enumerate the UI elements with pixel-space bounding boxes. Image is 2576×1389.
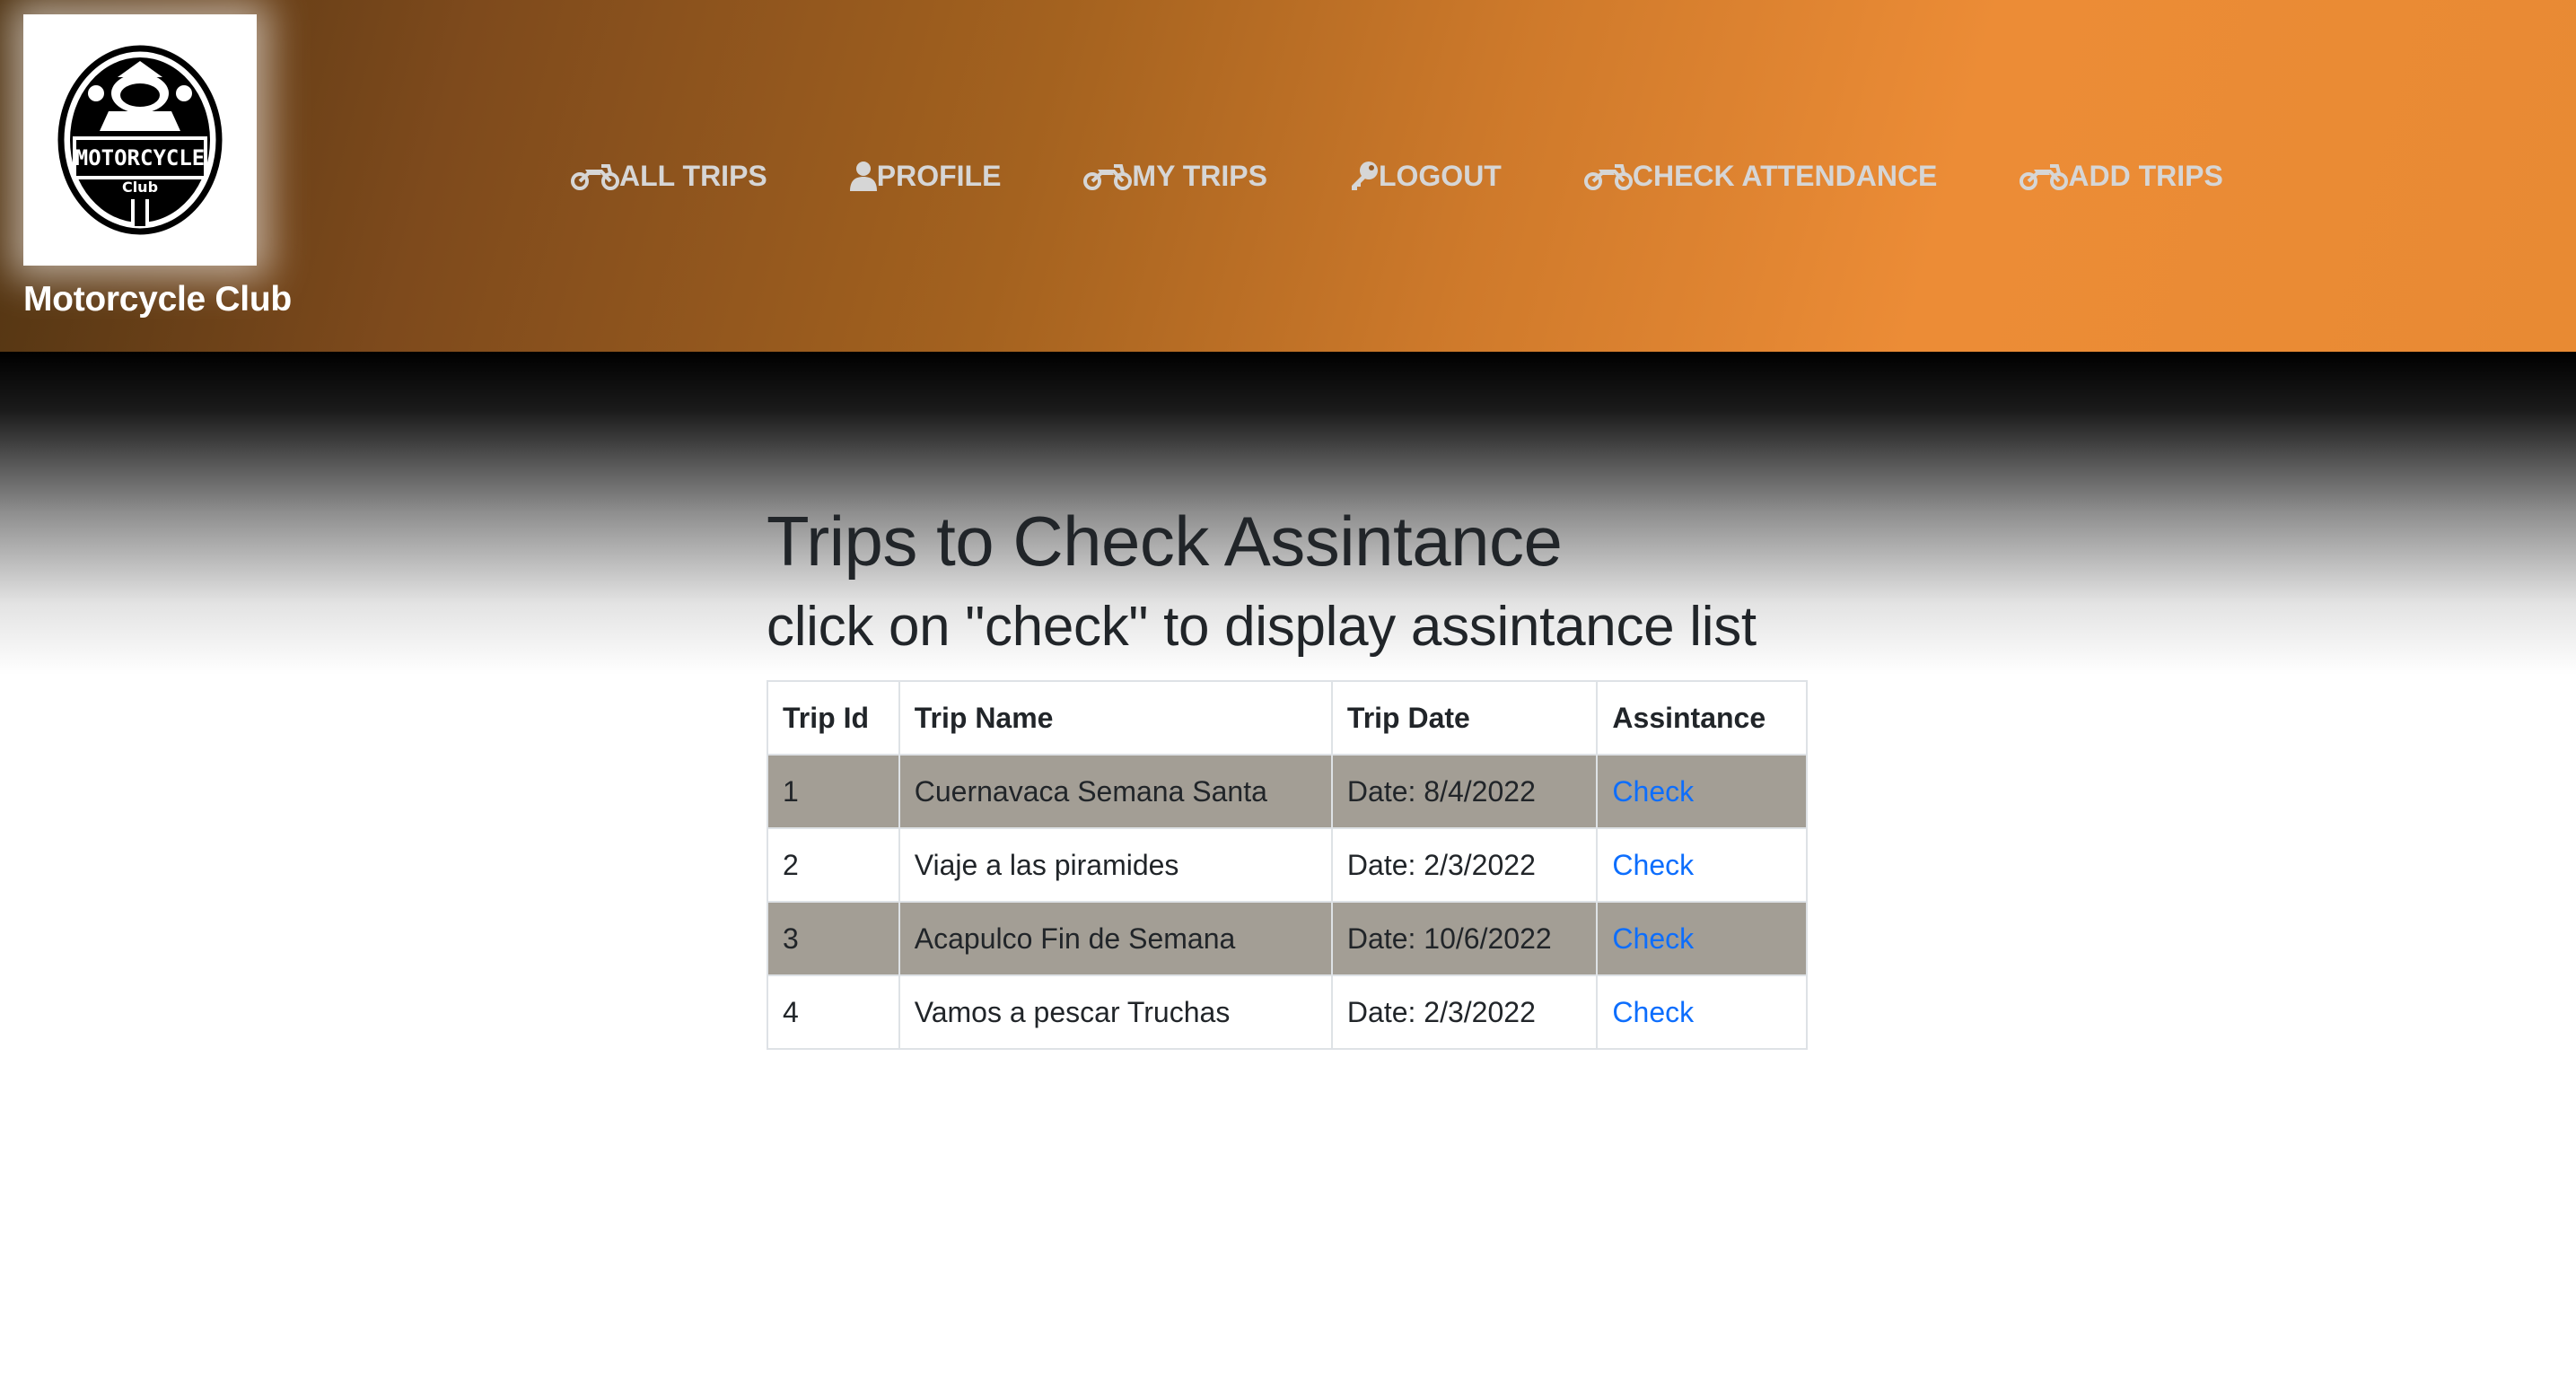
main-nav: ALL TRIPS PROFILE MY TRIPS LOGOUT CHECK … (571, 153, 2223, 199)
nav-label: PROFILE (876, 159, 1002, 192)
logo: MOTORCYCLE Club (23, 14, 257, 266)
assintance-cell: Check (1596, 901, 1808, 976)
nav-item-all-trips[interactable]: ALL TRIPS (571, 153, 767, 199)
trip-date-cell: Date: 10/6/2022 (1330, 901, 1599, 976)
trip-date-cell: Date: 2/3/2022 (1330, 974, 1599, 1050)
brand[interactable]: MOTORCYCLE Club Motorcycle Club (23, 14, 337, 337)
nav-label: ALL TRIPS (619, 159, 767, 192)
header-trip-date: Trip Date (1330, 680, 1599, 756)
trip-name-cell: Acapulco Fin de Semana (898, 901, 1333, 976)
nav-label: CHECK ATTENDANCE (1632, 159, 1938, 192)
trip-name-cell: Cuernavaca Semana Santa (898, 754, 1333, 829)
brand-name[interactable]: Motorcycle Club (23, 280, 292, 319)
motorcycle-icon (1083, 164, 1133, 190)
nav-label: LOGOUT (1378, 159, 1502, 192)
assintance-cell: Check (1596, 754, 1808, 829)
nav-item-check-attendance[interactable]: CHECK ATTENDANCE (1583, 153, 1938, 199)
trip-name-cell: Vamos a pescar Truchas (898, 974, 1333, 1050)
table-row: 3 Acapulco Fin de Semana Date: 10/6/2022… (767, 901, 1808, 976)
motorcycle-icon (571, 164, 619, 190)
main-content: Trips to Check Assintance click on "chec… (767, 499, 1808, 662)
motorcycle-club-logo-icon: MOTORCYCLE Club (57, 45, 223, 235)
trip-id-cell: 2 (767, 827, 900, 903)
nav-item-profile[interactable]: PROFILE (849, 153, 1002, 199)
check-link[interactable]: Check (1612, 775, 1694, 808)
table-header-row: Trip Id Trip Name Trip Date Assintance (767, 680, 1808, 756)
trip-name-cell: Viaje a las piramides (898, 827, 1333, 903)
user-icon (849, 162, 877, 191)
nav-label: MY TRIPS (1132, 159, 1267, 192)
table-row: 1 Cuernavaca Semana Santa Date: 8/4/2022… (767, 754, 1808, 829)
header-trip-id: Trip Id (767, 680, 900, 756)
logo-text-main: MOTORCYCLE (75, 145, 206, 170)
logo-text-sub: Club (122, 179, 158, 196)
trip-date-cell: Date: 8/4/2022 (1330, 754, 1599, 829)
table-row: 2 Viaje a las piramides Date: 2/3/2022 C… (767, 827, 1808, 903)
page-title: Trips to Check Assintance (767, 502, 1563, 581)
key-icon (1351, 162, 1378, 190)
header-trip-name: Trip Name (898, 680, 1333, 756)
motorcycle-icon (2020, 164, 2069, 190)
nav-item-logout[interactable]: LOGOUT (1350, 153, 1502, 199)
check-link[interactable]: Check (1612, 922, 1694, 955)
table-row: 4 Vamos a pescar Truchas Date: 2/3/2022 … (767, 974, 1808, 1050)
trip-date-cell: Date: 2/3/2022 (1330, 827, 1599, 903)
trip-id-cell: 4 (767, 974, 900, 1050)
trips-table: Trip Id Trip Name Trip Date Assintance 1… (767, 680, 1808, 1050)
nav-item-add-trips[interactable]: ADD TRIPS (2020, 153, 2223, 199)
assintance-cell: Check (1596, 827, 1808, 903)
motorcycle-icon (1583, 164, 1633, 190)
assintance-cell: Check (1596, 974, 1808, 1050)
header-assintance: Assintance (1596, 680, 1808, 756)
trip-id-cell: 1 (767, 754, 900, 829)
check-link[interactable]: Check (1612, 996, 1694, 1028)
check-link[interactable]: Check (1612, 849, 1694, 881)
page-subtitle: click on "check" to display assintance l… (767, 596, 1757, 658)
trip-id-cell: 3 (767, 901, 900, 976)
nav-label: ADD TRIPS (2068, 159, 2223, 192)
navbar: MOTORCYCLE Club Motorcycle Club ALL TRIP… (0, 0, 2576, 352)
nav-item-my-trips[interactable]: MY TRIPS (1083, 153, 1267, 199)
